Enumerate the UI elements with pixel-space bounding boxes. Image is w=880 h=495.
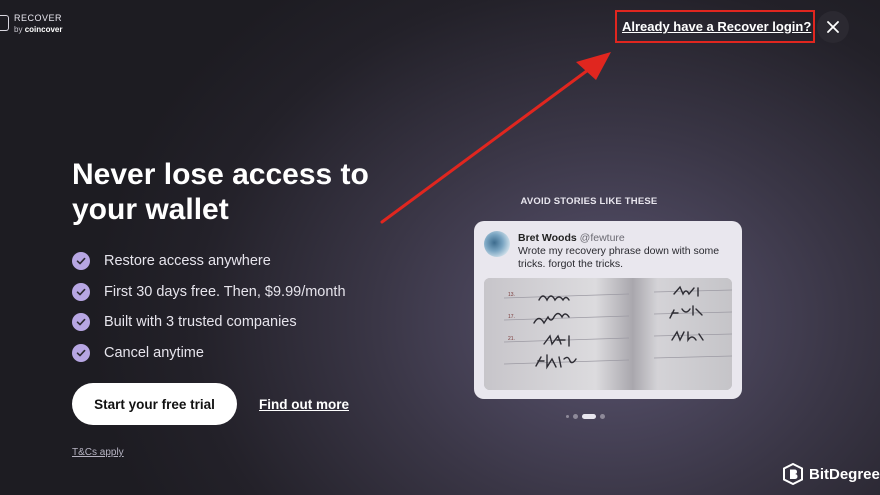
- feature-item: Restore access anywhere: [72, 246, 346, 277]
- tweet-card: Bret Woods @fewture Wrote my recovery ph…: [474, 221, 742, 399]
- bitdegree-brand-text: BitDegree: [809, 465, 880, 483]
- recover-logo-icon: [0, 15, 9, 31]
- check-icon: [72, 282, 90, 301]
- feature-text: Built with 3 trusted companies: [104, 314, 297, 331]
- logo-subtitle: by coincover: [14, 25, 63, 34]
- annotation-highlight-box: [615, 10, 815, 43]
- feature-item: Built with 3 trusted companies: [72, 307, 346, 338]
- feature-list: Restore access anywhere First 30 days fr…: [72, 246, 346, 368]
- find-out-more-link[interactable]: Find out more: [259, 397, 349, 412]
- check-icon: [72, 313, 90, 332]
- stories-label: AVOID STORIES LIKE THESE: [520, 196, 658, 207]
- feature-text: Cancel anytime: [104, 344, 204, 361]
- svg-text:13.: 13.: [508, 292, 515, 298]
- carousel-dot[interactable]: [573, 414, 578, 419]
- avatar: [484, 231, 510, 257]
- carousel-dot[interactable]: [600, 414, 605, 419]
- terms-link[interactable]: T&Cs apply: [72, 447, 124, 458]
- feature-item: First 30 days free. Then, $9.99/month: [72, 277, 346, 308]
- close-icon: [827, 21, 839, 33]
- check-icon: [72, 343, 90, 362]
- close-button[interactable]: [817, 11, 849, 43]
- feature-text: First 30 days free. Then, $9.99/month: [104, 283, 346, 300]
- hero-headline: Never lose access to your wallet: [72, 158, 369, 226]
- check-icon: [72, 252, 90, 271]
- bitdegree-watermark: BitDegree: [783, 463, 880, 485]
- start-free-trial-button[interactable]: Start your free trial: [72, 383, 237, 425]
- recover-logo[interactable]: RECOVER by coincover: [0, 14, 62, 34]
- notebook-photo: 13. 17. 21.: [484, 278, 732, 390]
- carousel-dots: [566, 414, 605, 419]
- feature-text: Restore access anywhere: [104, 253, 271, 270]
- svg-text:17.: 17.: [508, 314, 515, 320]
- carousel-dot[interactable]: [566, 415, 569, 418]
- tweet-author: Bret Woods @fewture: [518, 232, 625, 244]
- feature-item: Cancel anytime: [72, 338, 346, 369]
- tweet-text: Wrote my recovery phrase down with some …: [518, 245, 720, 270]
- bitdegree-logo-icon: [783, 463, 803, 485]
- carousel-dot-active[interactable]: [582, 414, 596, 419]
- svg-text:21.: 21.: [508, 336, 515, 342]
- logo-title: RECOVER: [14, 13, 63, 23]
